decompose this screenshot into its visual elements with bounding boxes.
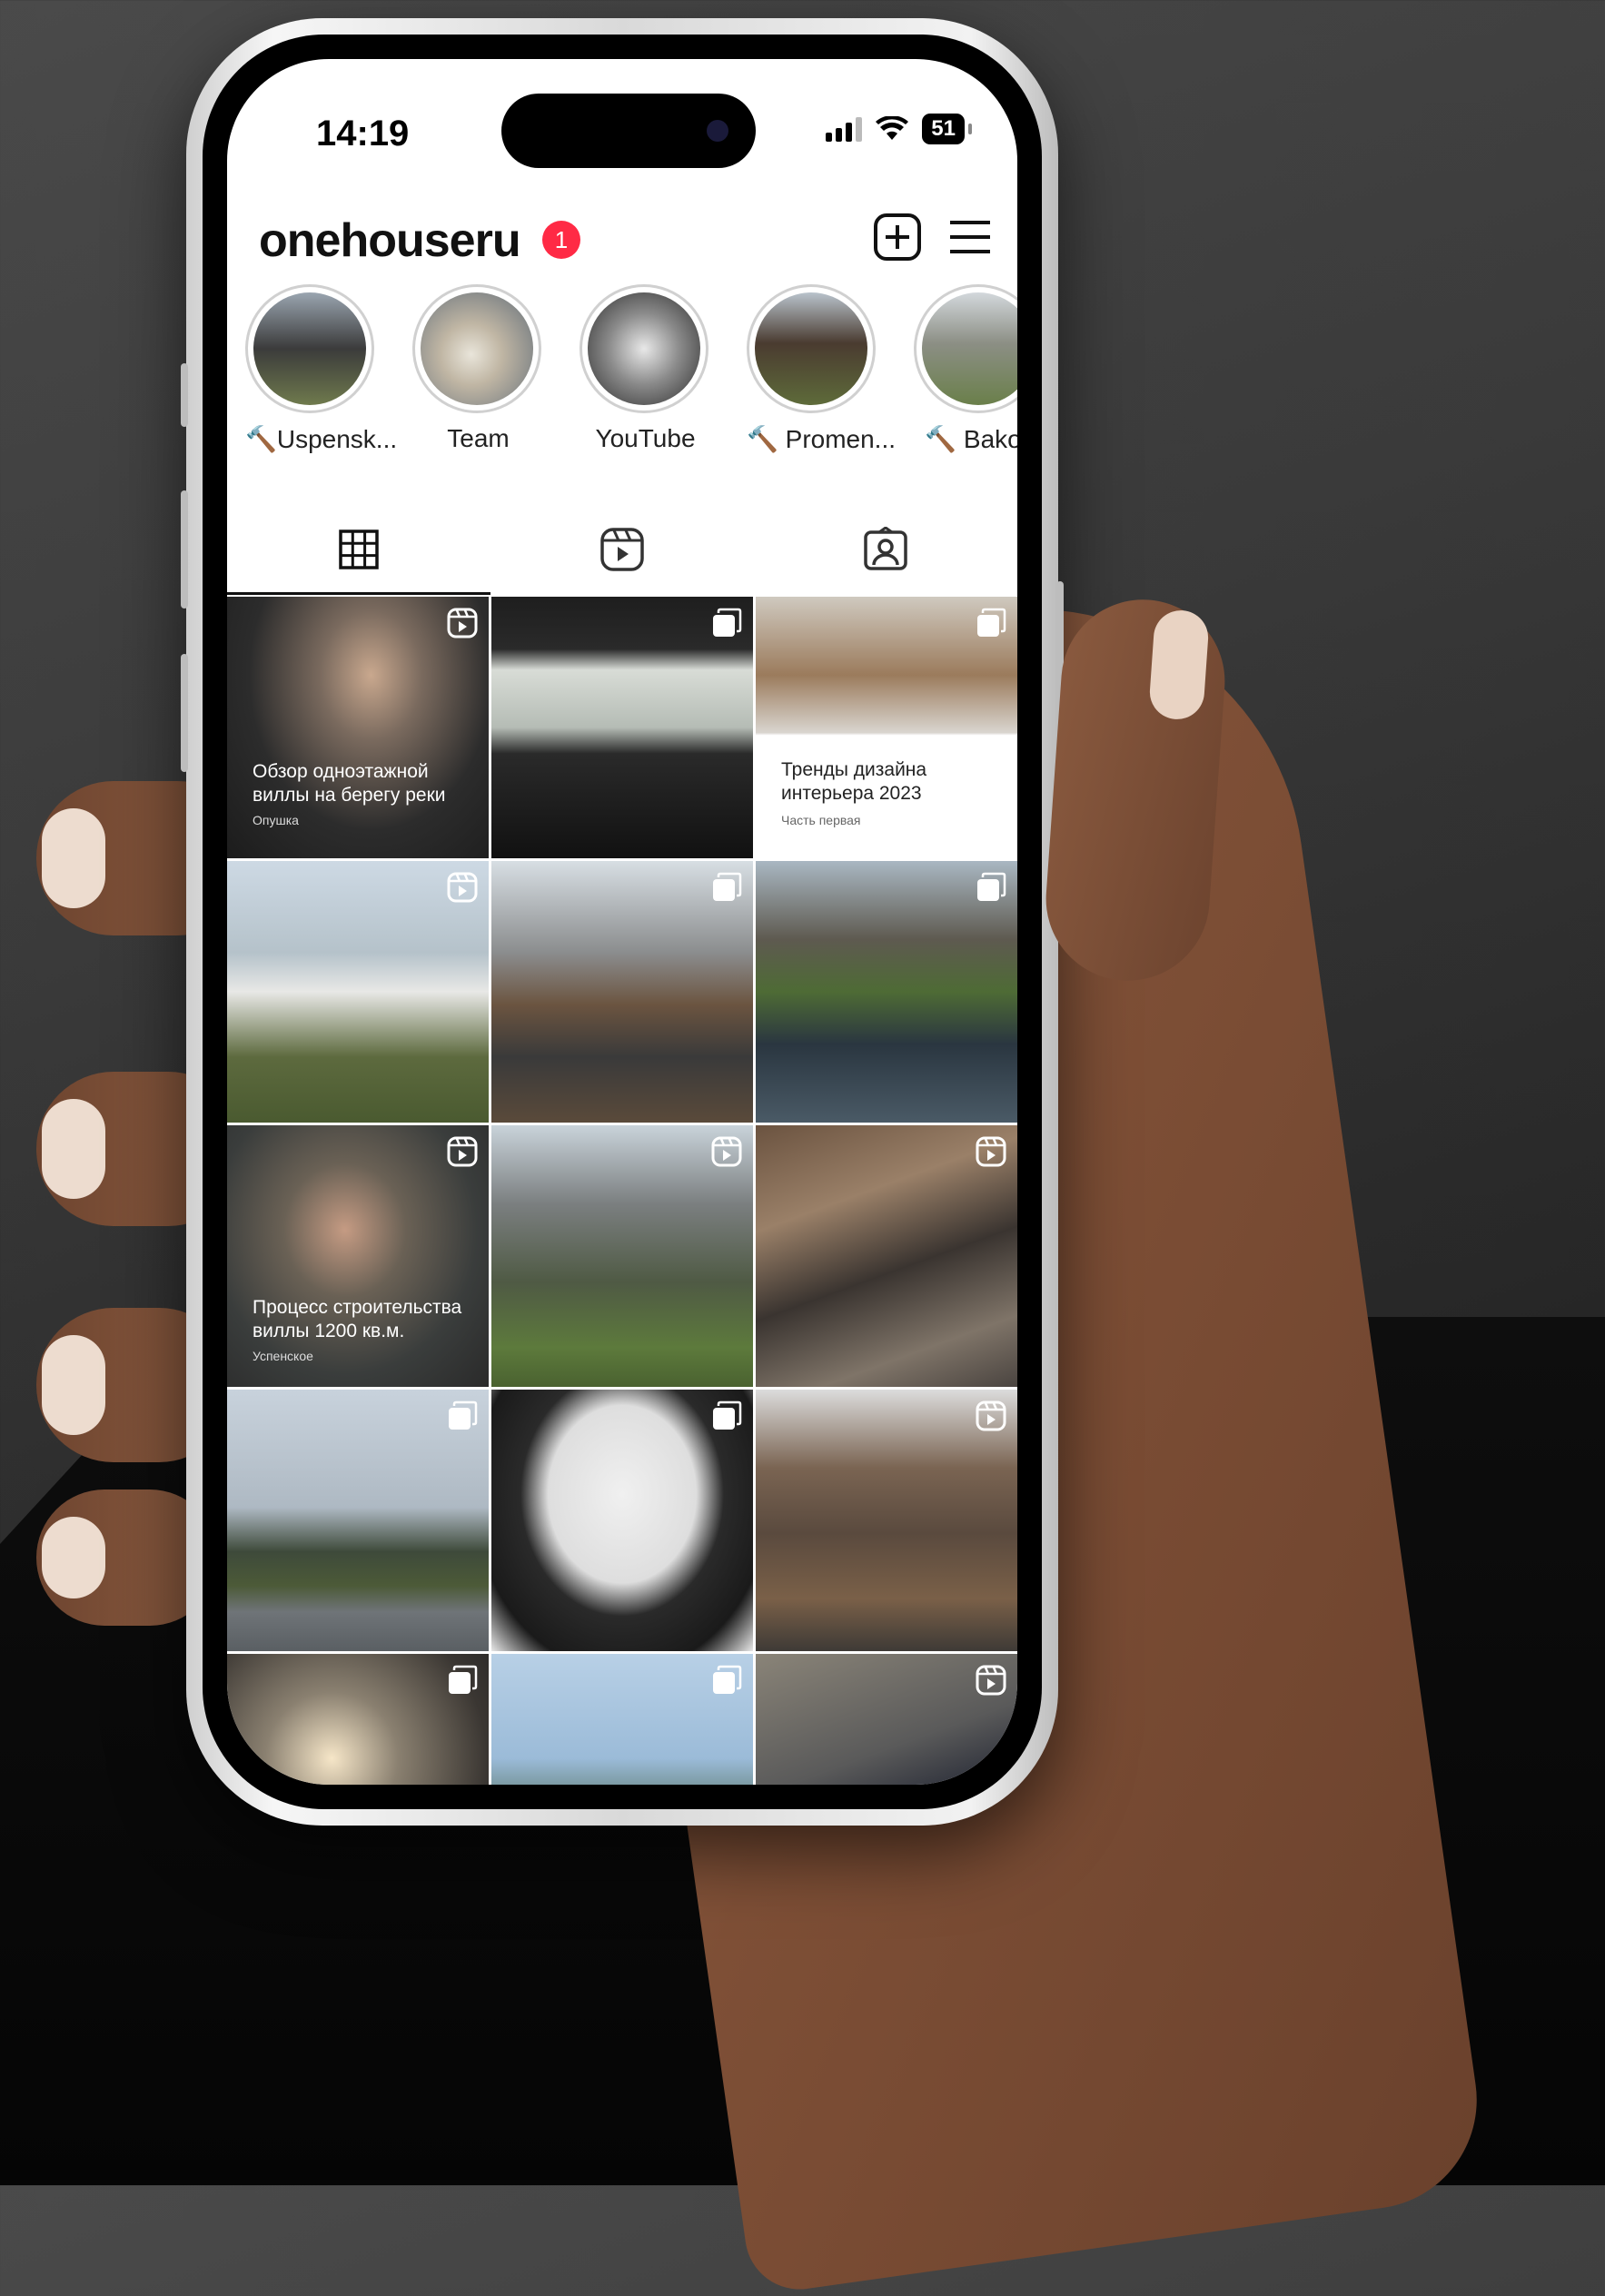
wifi-icon [876, 116, 909, 140]
reel-icon [711, 1136, 742, 1167]
dynamic-island [501, 94, 756, 168]
post-thumbnail[interactable] [756, 1390, 1017, 1651]
reel-icon [447, 872, 478, 903]
post-thumbnail[interactable] [756, 861, 1017, 1123]
profile-username[interactable]: onehouseru [259, 213, 521, 268]
status-indicators: 51 [826, 114, 972, 144]
post-subcaption: Часть первая [781, 813, 861, 827]
tagged-icon [864, 527, 907, 570]
highlight-item[interactable]: 🔨Uspensk... [245, 284, 398, 454]
screen: 14:19 51 onehouseru 1 🔨Uspensk... Team Y… [227, 59, 1017, 1785]
carousel-icon [449, 1665, 478, 1694]
reel-icon [976, 1136, 1006, 1167]
reel-icon [976, 1400, 1006, 1431]
profile-tabs [227, 504, 1017, 595]
highlight-item[interactable]: YouTube [580, 284, 711, 453]
post-subcaption: Успенское [253, 1349, 313, 1363]
notification-badge: 1 [542, 221, 580, 259]
post-thumbnail[interactable] [227, 1390, 489, 1651]
post-thumbnail[interactable] [227, 1654, 489, 1785]
post-thumbnail[interactable] [491, 1125, 753, 1387]
highlight-item[interactable]: Team [412, 284, 544, 453]
post-caption: Процесс строительства виллы 1200 кв.м. [253, 1297, 462, 1342]
carousel-icon [713, 1400, 742, 1430]
highlight-label: 🔨 Promen... [747, 425, 897, 453]
profile-header: onehouseru 1 [259, 204, 990, 277]
post-thumbnail[interactable]: Процесс строительства виллы 1200 кв.м. У… [227, 1125, 489, 1387]
carousel-icon [713, 872, 742, 901]
highlight-label: 🔨Uspensk... [245, 425, 398, 453]
post-caption: Тренды дизайна интерьера 2023 [781, 759, 927, 805]
post-thumbnail[interactable] [491, 1390, 753, 1651]
post-thumbnail[interactable] [227, 861, 489, 1123]
status-time: 14:19 [316, 114, 410, 153]
tab-posts[interactable] [227, 504, 490, 595]
thumb-nail [1147, 609, 1211, 721]
carousel-icon [977, 608, 1006, 637]
volume-up-button [181, 490, 188, 609]
carousel-icon [449, 1400, 478, 1430]
active-tab-indicator [227, 592, 490, 595]
story-highlights: 🔨Uspensk... Team YouTube 🔨 Promen... 🔨 B… [245, 284, 1017, 466]
post-thumbnail[interactable] [491, 597, 753, 858]
tab-tagged[interactable] [754, 504, 1017, 595]
menu-button[interactable] [945, 212, 996, 262]
post-subcaption: Опушка [253, 813, 299, 827]
carousel-icon [713, 1665, 742, 1694]
carousel-icon [713, 608, 742, 637]
post-thumbnail[interactable] [491, 1654, 753, 1785]
cellular-signal-icon [826, 116, 863, 142]
post-thumbnail[interactable] [756, 1654, 1017, 1785]
highlight-label: Team [447, 424, 510, 452]
camera-icon [707, 120, 728, 142]
post-caption: Обзор одноэтажной виллы на берегу реки [253, 761, 446, 807]
post-thumbnail[interactable]: Тренды дизайна интерьера 2023 Часть перв… [756, 597, 1017, 858]
highlight-label: YouTube [595, 424, 696, 452]
post-thumbnail[interactable] [491, 861, 753, 1123]
battery-indicator: 51 [922, 114, 965, 144]
create-post-button[interactable] [872, 212, 923, 262]
action-button [181, 363, 188, 427]
carousel-icon [977, 872, 1006, 901]
post-thumbnail[interactable]: Обзор одноэтажной виллы на берегу реки О… [227, 597, 489, 858]
battery-tip [968, 124, 972, 134]
reels-icon [600, 528, 644, 571]
highlight-item[interactable]: 🔨 Bakov [914, 284, 1017, 454]
phone-frame: 14:19 51 onehouseru 1 🔨Uspensk... Team Y… [181, 18, 1064, 1826]
grid-icon [339, 529, 379, 569]
reel-icon [447, 1136, 478, 1167]
post-thumbnail[interactable] [756, 1125, 1017, 1387]
reel-icon [447, 608, 478, 638]
volume-down-button [181, 654, 188, 772]
highlight-item[interactable]: 🔨 Promen... [747, 284, 897, 454]
posts-grid: Обзор одноэтажной виллы на берегу реки О… [227, 597, 1017, 1785]
tab-reels[interactable] [490, 504, 754, 595]
highlight-label: 🔨 Bakov [925, 425, 1017, 453]
reel-icon [976, 1665, 1006, 1696]
